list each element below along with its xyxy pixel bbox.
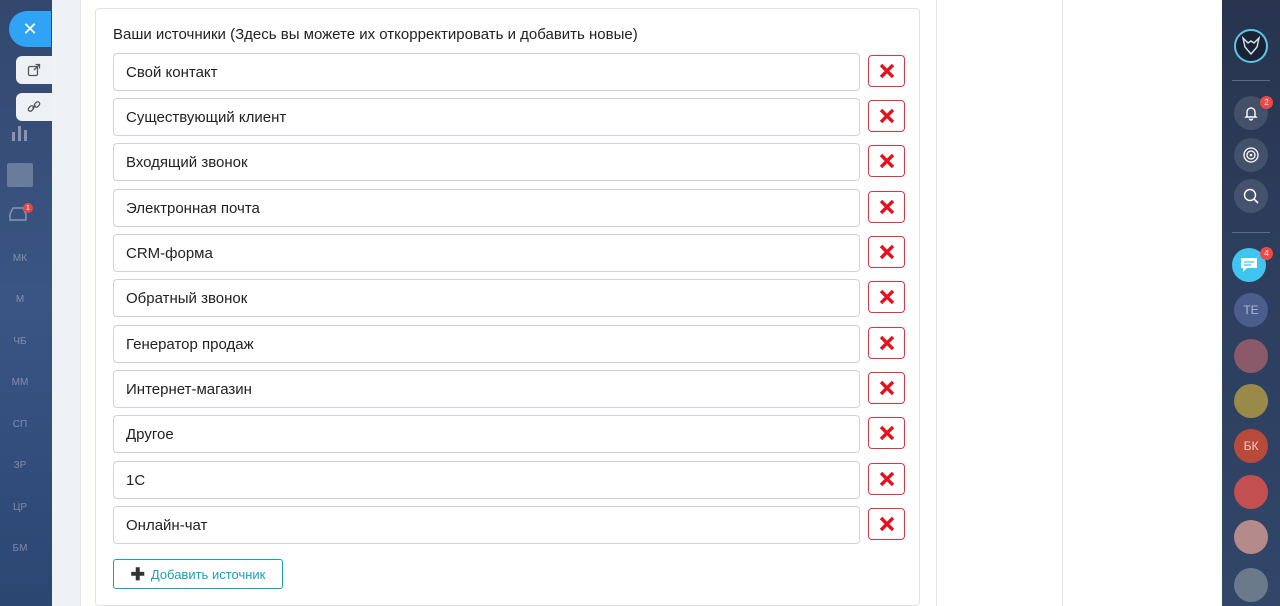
source-row xyxy=(113,506,905,544)
sources-card: Ваши источники (Здесь вы можете их откор… xyxy=(95,8,920,606)
delete-icon xyxy=(879,289,894,305)
delete-icon xyxy=(879,63,894,79)
source-row xyxy=(113,370,905,408)
close-icon: ✕ xyxy=(22,18,38,39)
external-link-icon xyxy=(27,63,41,77)
sidebar-glyph[interactable]: ЗР xyxy=(8,460,32,471)
separator xyxy=(1232,80,1270,81)
delete-source-button[interactable] xyxy=(868,100,905,132)
delete-source-button[interactable] xyxy=(868,281,905,313)
open-external-tab[interactable] xyxy=(16,56,52,84)
search-button[interactable] xyxy=(1234,179,1268,213)
source-row xyxy=(113,189,905,227)
source-row xyxy=(113,234,905,272)
user-avatar-photo[interactable] xyxy=(1234,568,1268,602)
separator xyxy=(1232,232,1270,233)
slider-panel: Ваши источники (Здесь вы можете их откор… xyxy=(52,0,1222,606)
delete-source-button[interactable] xyxy=(868,191,905,223)
inbox-badge: 1 xyxy=(23,203,33,213)
delete-icon xyxy=(879,244,894,260)
sidebar-glyph[interactable]: МК xyxy=(8,253,32,264)
bell-icon xyxy=(1244,107,1258,121)
notifications-badge: 2 xyxy=(1260,96,1273,109)
copy-link-tab[interactable] xyxy=(16,93,52,121)
source-row xyxy=(113,143,905,181)
delete-source-button[interactable] xyxy=(868,236,905,268)
delete-icon xyxy=(879,471,894,487)
source-input[interactable] xyxy=(113,98,860,136)
delete-icon xyxy=(879,108,894,124)
user-avatar-photo[interactable] xyxy=(1234,520,1268,554)
delete-icon xyxy=(879,516,894,532)
close-button[interactable]: ✕ xyxy=(9,11,51,47)
user-avatar-photo[interactable] xyxy=(1234,384,1268,418)
chat-badge: 4 xyxy=(1260,247,1273,260)
add-source-button[interactable]: ✚ Добавить источник xyxy=(113,559,283,589)
sidebar-glyph[interactable]: ММ xyxy=(8,377,32,388)
user-avatar-photo[interactable] xyxy=(1234,475,1268,509)
source-input[interactable] xyxy=(113,53,860,91)
source-input[interactable] xyxy=(113,279,860,317)
pulse-button[interactable] xyxy=(1234,138,1268,172)
sources-title: Ваши источники (Здесь вы можете их откор… xyxy=(113,26,638,43)
source-input[interactable] xyxy=(113,506,860,544)
source-input[interactable] xyxy=(113,143,860,181)
delete-source-button[interactable] xyxy=(868,417,905,449)
profile-avatar[interactable] xyxy=(1234,29,1268,63)
chat-icon xyxy=(1241,258,1257,272)
plus-icon: ✚ xyxy=(130,564,145,584)
source-row xyxy=(113,279,905,317)
delete-source-button[interactable] xyxy=(868,508,905,540)
source-row xyxy=(113,98,905,136)
source-input[interactable] xyxy=(113,189,860,227)
delete-icon xyxy=(879,335,894,351)
app-tile[interactable] xyxy=(7,163,33,187)
sidebar-glyph[interactable]: ЦР xyxy=(8,502,32,513)
link-icon xyxy=(27,101,41,112)
delete-source-button[interactable] xyxy=(868,372,905,404)
delete-source-button[interactable] xyxy=(868,463,905,495)
delete-icon xyxy=(879,153,894,169)
source-row xyxy=(113,415,905,453)
left-sidebar: ✕ 1 МК М ЧБ ММ СП ЗР ЦР БМ xyxy=(0,0,52,606)
delete-source-button[interactable] xyxy=(868,145,905,177)
chart-icon[interactable] xyxy=(10,124,30,147)
add-source-label: Добавить источник xyxy=(150,566,266,582)
source-row xyxy=(113,53,905,91)
delete-icon xyxy=(879,199,894,215)
source-input[interactable] xyxy=(113,370,860,408)
delete-source-button[interactable] xyxy=(868,55,905,87)
right-sidebar: 2 4 ТЕ БК xyxy=(1222,0,1280,606)
user-avatar[interactable]: БК xyxy=(1234,429,1268,463)
sidebar-glyph[interactable]: ЧБ xyxy=(8,336,32,347)
sidebar-glyph[interactable]: М xyxy=(8,294,32,305)
source-input[interactable] xyxy=(113,415,860,453)
middle-column xyxy=(937,0,1063,606)
source-row xyxy=(113,325,905,363)
source-input[interactable] xyxy=(113,461,860,499)
sidebar-glyph[interactable]: БМ xyxy=(8,543,32,554)
delete-source-button[interactable] xyxy=(868,327,905,359)
user-avatar-photo[interactable] xyxy=(1234,339,1268,373)
delete-icon xyxy=(879,380,894,396)
source-row xyxy=(113,461,905,499)
user-avatar[interactable]: ТЕ xyxy=(1234,293,1268,327)
search-icon xyxy=(1243,188,1259,204)
right-column xyxy=(1063,0,1222,606)
source-input[interactable] xyxy=(113,234,860,272)
sidebar-glyph[interactable]: СП xyxy=(8,419,32,430)
target-icon xyxy=(1243,147,1259,163)
delete-icon xyxy=(879,425,894,441)
source-input[interactable] xyxy=(113,325,860,363)
wolf-logo-icon xyxy=(1241,35,1261,56)
